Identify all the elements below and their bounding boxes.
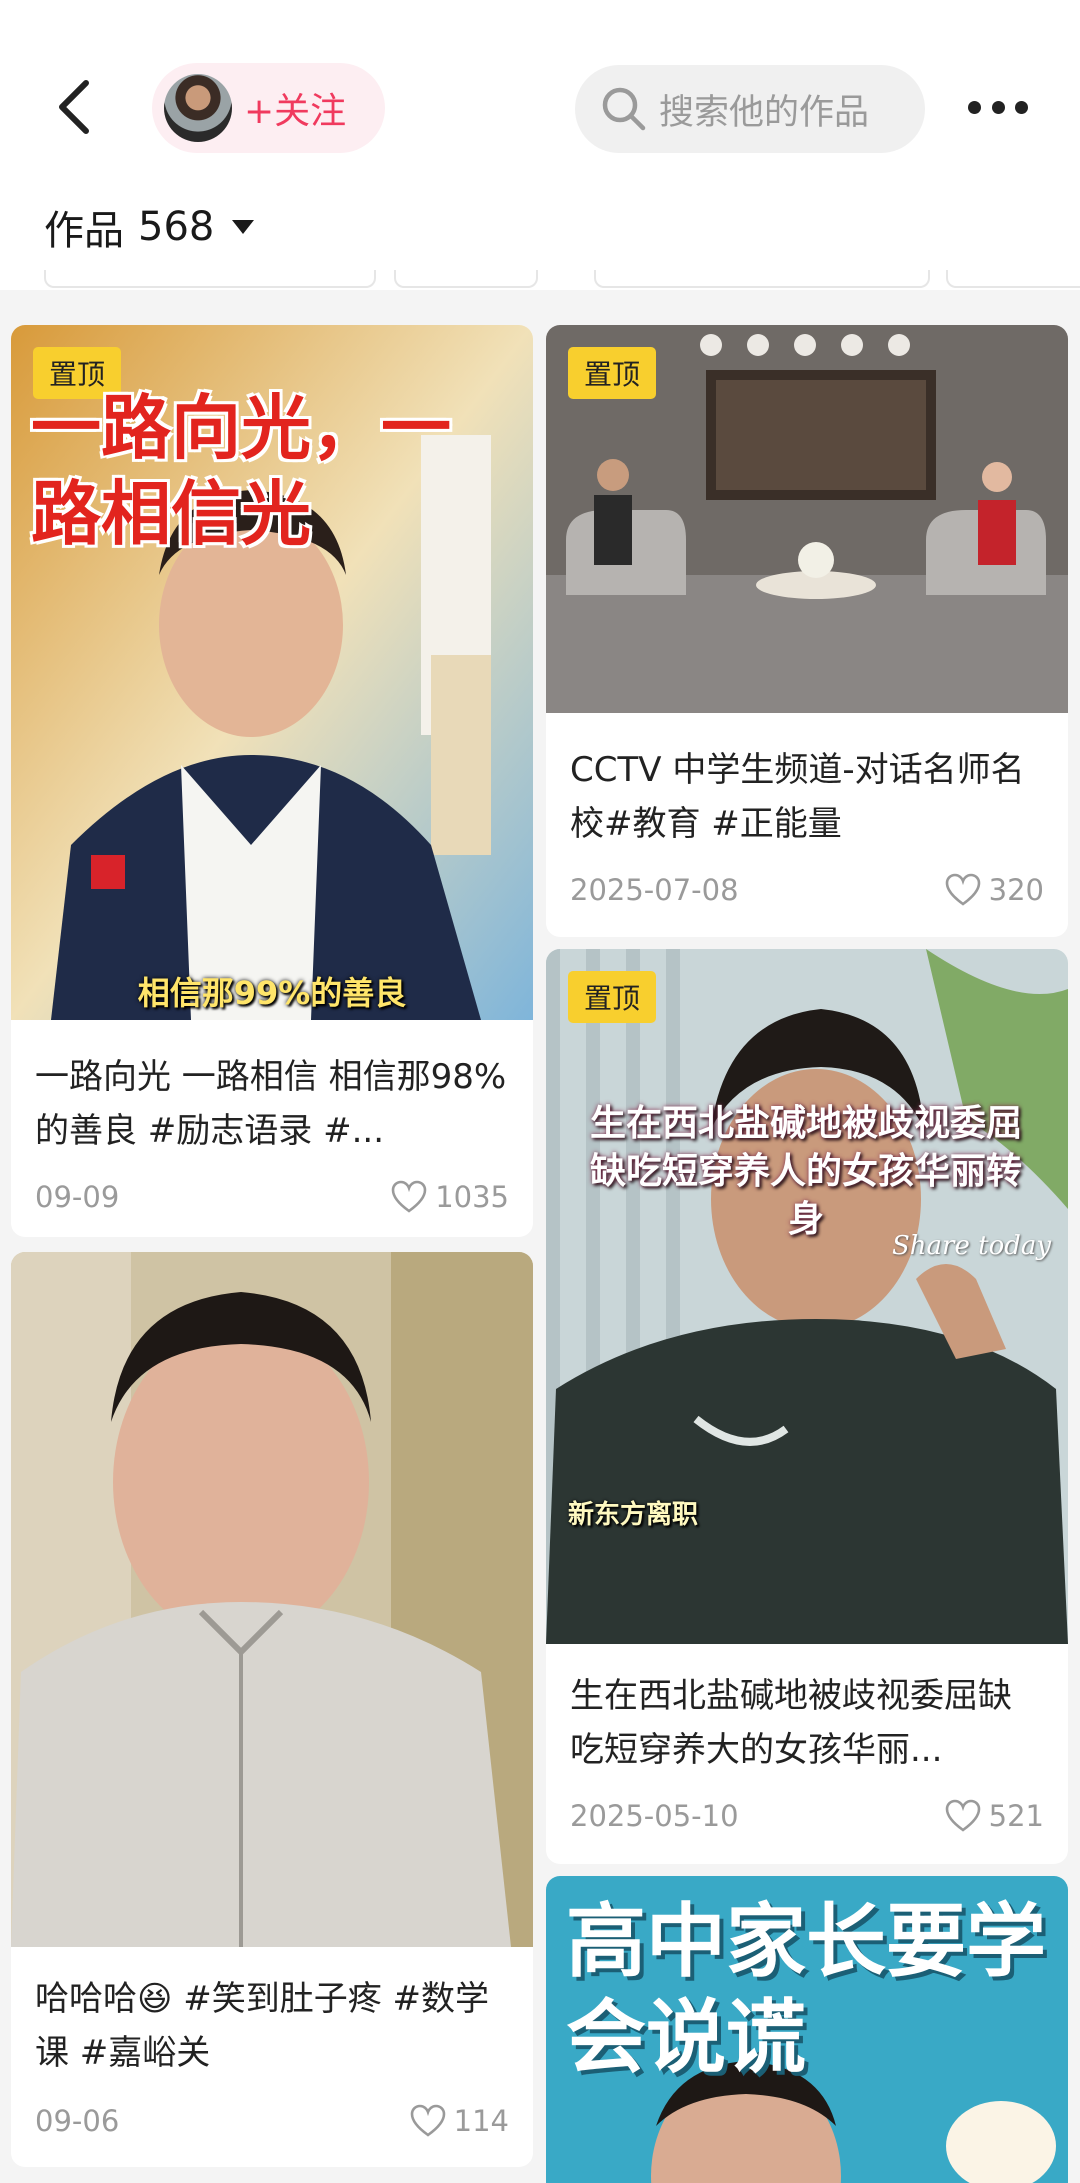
like-count: 1035 — [435, 1180, 509, 1214]
card-meta: 09-09 1035 — [35, 1180, 509, 1214]
card-title[interactable]: CCTV 中学生频道-对话名师名校#教育 #正能量 — [570, 743, 1044, 851]
thumbnail-image — [11, 1252, 533, 1947]
card-title[interactable]: 生在西北盐碱地被歧视委屈缺吃短穿养大的女孩华丽... — [570, 1669, 1044, 1777]
more-options-button[interactable] — [968, 92, 1028, 122]
more-dot-icon — [991, 100, 1005, 114]
search-placeholder: 搜索他的作品 — [659, 92, 870, 133]
video-card[interactable]: 高中家长要学会说谎 — [546, 1876, 1068, 2183]
filter-chip[interactable] — [594, 270, 930, 288]
works-label: 作品 — [44, 208, 124, 254]
follow-button[interactable]: +关注 — [152, 63, 385, 153]
works-count: 568 — [138, 204, 215, 250]
heart-icon — [945, 1799, 980, 1832]
heart-icon — [391, 1180, 427, 1213]
filter-chip[interactable] — [946, 270, 1080, 288]
overlay-title: 高中家长要学会说谎 — [566, 1895, 1046, 2084]
follow-label: +关注 — [244, 91, 347, 132]
pinned-badge: 置顶 — [568, 971, 656, 1023]
thumbnail-image — [546, 949, 1068, 1644]
like-button[interactable]: 320 — [945, 873, 1044, 907]
like-button[interactable]: 114 — [410, 2104, 509, 2138]
heart-icon — [410, 2104, 445, 2137]
heart-icon — [945, 873, 980, 906]
overlay-tag: 新东方离职 — [568, 1500, 699, 1530]
works-filter-dropdown[interactable]: 作品 568 — [44, 198, 255, 256]
video-thumbnail[interactable] — [11, 1252, 533, 1947]
like-button[interactable]: 1035 — [391, 1180, 509, 1214]
like-count: 320 — [988, 873, 1044, 907]
video-thumbnail[interactable]: 置顶 — [546, 325, 1068, 713]
card-title[interactable]: 一路向光 一路相信 相信那98%的善良 #励志语录 #... — [35, 1050, 509, 1158]
card-title[interactable]: 哈哈哈😆 #笑到肚子疼 #数学课 #嘉峪关 — [35, 1972, 509, 2080]
filter-chip[interactable] — [394, 270, 538, 288]
post-date: 09-09 — [35, 1180, 120, 1214]
post-date: 2025-05-10 — [570, 1799, 739, 1833]
overlay-title: 生在西北盐碱地被歧视委屈缺吃短穿养人的女孩华丽转身 — [589, 1102, 1022, 1240]
video-card[interactable]: 置顶 一路向光，一路相信光 相信那99%的善良 一路向光 一路相信 相信那98%… — [11, 325, 533, 1237]
video-card[interactable]: 置顶 CCTV 中学生频道-对话名师名校#教育 #正能量 2025-07-08 … — [546, 325, 1068, 937]
caret-down-icon — [232, 220, 255, 234]
pinned-badge: 置顶 — [568, 347, 656, 399]
card-meta: 09-06 114 — [35, 2104, 509, 2138]
video-card[interactable]: 置顶 生在西北盐碱地被歧视委屈缺吃短穿养人的女孩华丽转身 Share today… — [546, 949, 1068, 1864]
post-date: 09-06 — [35, 2104, 120, 2138]
video-thumbnail[interactable]: 高中家长要学会说谎 — [546, 1876, 1068, 2183]
search-input[interactable]: 搜索他的作品 — [575, 65, 925, 153]
like-count: 114 — [453, 2104, 509, 2138]
like-count: 521 — [988, 1799, 1044, 1833]
post-date: 2025-07-08 — [570, 873, 739, 907]
avatar[interactable] — [164, 74, 232, 142]
card-meta: 2025-07-08 320 — [570, 873, 1044, 907]
video-card[interactable]: 哈哈哈😆 #笑到肚子疼 #数学课 #嘉峪关 09-06 114 — [11, 1252, 533, 2167]
search-icon — [602, 87, 646, 131]
more-dot-icon — [968, 100, 981, 114]
like-button[interactable]: 521 — [945, 1799, 1044, 1833]
card-meta: 2025-05-10 521 — [570, 1799, 1044, 1833]
overlay-caption: 相信那99%的善良 — [137, 974, 407, 1012]
video-thumbnail[interactable]: 置顶 生在西北盐碱地被歧视委屈缺吃短穿养人的女孩华丽转身 Share today… — [546, 949, 1068, 1644]
back-icon[interactable] — [50, 75, 100, 140]
filter-chip[interactable] — [44, 270, 376, 288]
overlay-script: Share today — [892, 1231, 1052, 1261]
overlay-title: 一路向光，一路相信光 — [31, 387, 451, 555]
video-thumbnail[interactable]: 置顶 一路向光，一路相信光 相信那99%的善良 — [11, 325, 533, 1020]
more-dot-icon — [1015, 100, 1028, 114]
